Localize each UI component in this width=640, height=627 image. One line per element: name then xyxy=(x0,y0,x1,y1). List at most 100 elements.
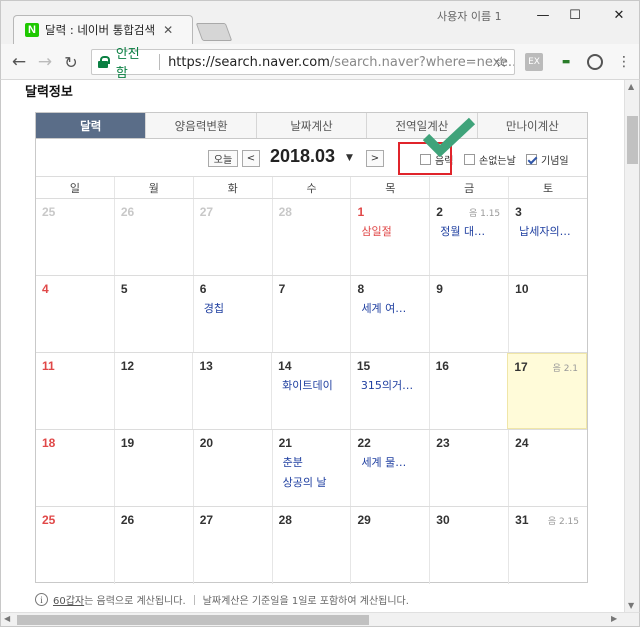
browser-toolbar: ← → ↻ 안전함 https://search.naver.com/searc… xyxy=(0,44,640,81)
footnote: i 60갑자 는 음력으로 계산됩니다. 날짜계산은 기준일을 1일로 포함하여… xyxy=(35,592,409,607)
url-text[interactable]: https://search.naver.com/search.naver?wh… xyxy=(168,55,514,70)
scroll-down-icon[interactable]: ▼ xyxy=(628,601,634,610)
footnote-divider xyxy=(193,594,195,605)
day-cell[interactable]: 6 경칩 xyxy=(192,276,272,352)
url-host: https://search.naver.com xyxy=(168,54,330,70)
day-event[interactable]: 세계 물… xyxy=(361,454,429,470)
day-cell[interactable]: 29 xyxy=(350,507,429,584)
horizontal-scroll-thumb[interactable] xyxy=(17,615,369,625)
day-cell[interactable]: 15 315의거… xyxy=(349,353,429,429)
day-number: 20 xyxy=(199,436,214,450)
day-cell[interactable]: 22 세계 물… xyxy=(350,430,429,506)
day-cell[interactable]: 31 음 2.15 xyxy=(508,507,587,584)
day-cell[interactable]: 2 음 1.15 정월 대… xyxy=(429,199,508,275)
tab-age-calculation[interactable]: 만나이계산 xyxy=(476,113,588,138)
memorial-label: 기념일 xyxy=(541,156,569,167)
sexagenary-link[interactable]: 60갑자 xyxy=(53,592,84,607)
day-event[interactable]: 정월 대… xyxy=(440,223,508,239)
day-cell[interactable]: 24 xyxy=(508,430,587,506)
scroll-up-icon[interactable]: ▲ xyxy=(628,82,634,91)
day-cell[interactable]: 3 납세자의… xyxy=(508,199,587,275)
day-cell[interactable]: 27 xyxy=(192,507,272,584)
horizontal-scrollbar[interactable]: ◀ ▶ xyxy=(0,612,640,627)
tab-calendar[interactable]: 달력 xyxy=(36,113,146,138)
day-cell[interactable]: 28 xyxy=(271,507,351,584)
memorial-checkbox[interactable] xyxy=(526,154,537,165)
day-event[interactable]: 납세자의… xyxy=(519,223,587,239)
reload-icon[interactable]: ↻ xyxy=(61,52,81,72)
day-cell[interactable]: 23 xyxy=(429,430,508,506)
back-arrow-icon[interactable]: ← xyxy=(9,52,29,72)
day-cell[interactable]: 18 xyxy=(36,430,114,506)
browser-tab-content[interactable]: N 달력 : 네이버 통합검색 ✕ xyxy=(13,15,193,45)
weekday-fri: 금 xyxy=(429,177,508,198)
extension-ex-icon[interactable]: EX xyxy=(525,53,543,71)
extension-circle-icon[interactable] xyxy=(587,54,603,70)
tab-date-calculation[interactable]: 날짜계산 xyxy=(255,113,367,138)
day-cell[interactable]: 20 xyxy=(192,430,272,506)
day-cell[interactable]: 10 xyxy=(508,276,587,352)
calendar-week: 18 19 20 21 춘분상공의 날 22 세계 물… 23 24 xyxy=(36,430,587,507)
day-cell[interactable]: 26 xyxy=(113,507,193,584)
day-cell[interactable]: 26 xyxy=(113,199,193,275)
vertical-scroll-thumb[interactable] xyxy=(627,116,638,164)
day-event[interactable]: 세계 여… xyxy=(361,300,429,316)
day-cell[interactable]: 14 화이트데이 xyxy=(271,353,350,429)
maximize-icon[interactable]: ☐ xyxy=(561,5,589,25)
day-number: 21 xyxy=(278,436,292,450)
new-tab-button[interactable] xyxy=(195,23,233,41)
day-event[interactable]: 경칩 xyxy=(204,300,272,316)
day-event[interactable]: 화이트데이 xyxy=(282,377,350,393)
day-cell[interactable]: 7 xyxy=(271,276,351,352)
day-event[interactable]: 상공의 날 xyxy=(283,474,351,490)
big-checkmark-icon xyxy=(422,117,476,157)
day-cell[interactable]: 30 xyxy=(429,507,508,584)
day-cell[interactable]: 4 xyxy=(36,276,114,352)
day-number: 6 xyxy=(199,282,207,296)
day-cell[interactable]: 28 xyxy=(271,199,351,275)
day-cell[interactable]: 19 xyxy=(113,430,193,506)
profile-user-name[interactable]: 사용자 이름 1 xyxy=(437,8,502,24)
day-number: 8 xyxy=(357,282,365,296)
day-number: 3 xyxy=(515,205,522,219)
forward-arrow-icon[interactable]: → xyxy=(35,52,55,72)
day-cell[interactable]: 16 xyxy=(428,353,508,429)
calendar-tabs: 달력 양음력변환 날짜계산 전역일계산 만나이계산 xyxy=(35,112,588,139)
day-number: 10 xyxy=(515,282,529,296)
minimize-icon[interactable]: — xyxy=(529,5,557,25)
browser-menu-icon[interactable]: ⋮ xyxy=(615,53,633,71)
day-cell[interactable]: 8 세계 여… xyxy=(350,276,429,352)
day-cell[interactable]: 1 삼일절 xyxy=(350,199,429,275)
day-cell[interactable]: 25 xyxy=(36,507,114,584)
month-dropdown-icon[interactable]: ▼ xyxy=(346,153,353,163)
day-number: 25 xyxy=(42,513,56,527)
day-event[interactable]: 삼일절 xyxy=(361,223,429,239)
day-number: 29 xyxy=(357,513,371,527)
tab-lunar-conversion[interactable]: 양음력변환 xyxy=(145,113,256,138)
day-cell[interactable]: 25 xyxy=(36,199,114,275)
weekday-tue: 화 xyxy=(192,177,272,198)
month-title[interactable]: 2018.03 xyxy=(270,146,335,167)
extension-green-icon[interactable]: ▬ xyxy=(557,53,575,71)
memorial-option[interactable]: 기념일 xyxy=(526,152,569,167)
scroll-left-icon[interactable]: ◀ xyxy=(4,614,10,623)
vertical-scrollbar[interactable]: ▲ ▼ xyxy=(624,80,640,612)
scroll-right-icon[interactable]: ▶ xyxy=(611,614,617,623)
day-cell[interactable]: 13 xyxy=(192,353,271,429)
next-month-button[interactable]: > xyxy=(366,150,384,167)
day-cell[interactable]: 12 xyxy=(113,353,193,429)
day-cell[interactable]: 11 xyxy=(36,353,114,429)
address-bar[interactable]: 안전함 https://search.naver.com/search.nave… xyxy=(91,47,515,81)
day-cell-today[interactable]: 17 음 2.1 xyxy=(507,353,588,429)
tab-close-icon[interactable]: ✕ xyxy=(163,23,173,37)
day-cell[interactable]: 5 xyxy=(113,276,193,352)
today-button[interactable]: 오늘 xyxy=(208,150,238,167)
bookmark-star-icon[interactable]: ☆ xyxy=(495,53,508,71)
day-event[interactable]: 315의거… xyxy=(361,377,429,393)
day-cell[interactable]: 21 춘분상공의 날 xyxy=(271,430,351,506)
window-close-icon[interactable]: ✕ xyxy=(605,5,633,25)
prev-month-button[interactable]: < xyxy=(242,150,260,167)
day-event[interactable]: 춘분 xyxy=(283,454,351,470)
day-cell[interactable]: 9 xyxy=(429,276,508,352)
day-cell[interactable]: 27 xyxy=(192,199,272,275)
